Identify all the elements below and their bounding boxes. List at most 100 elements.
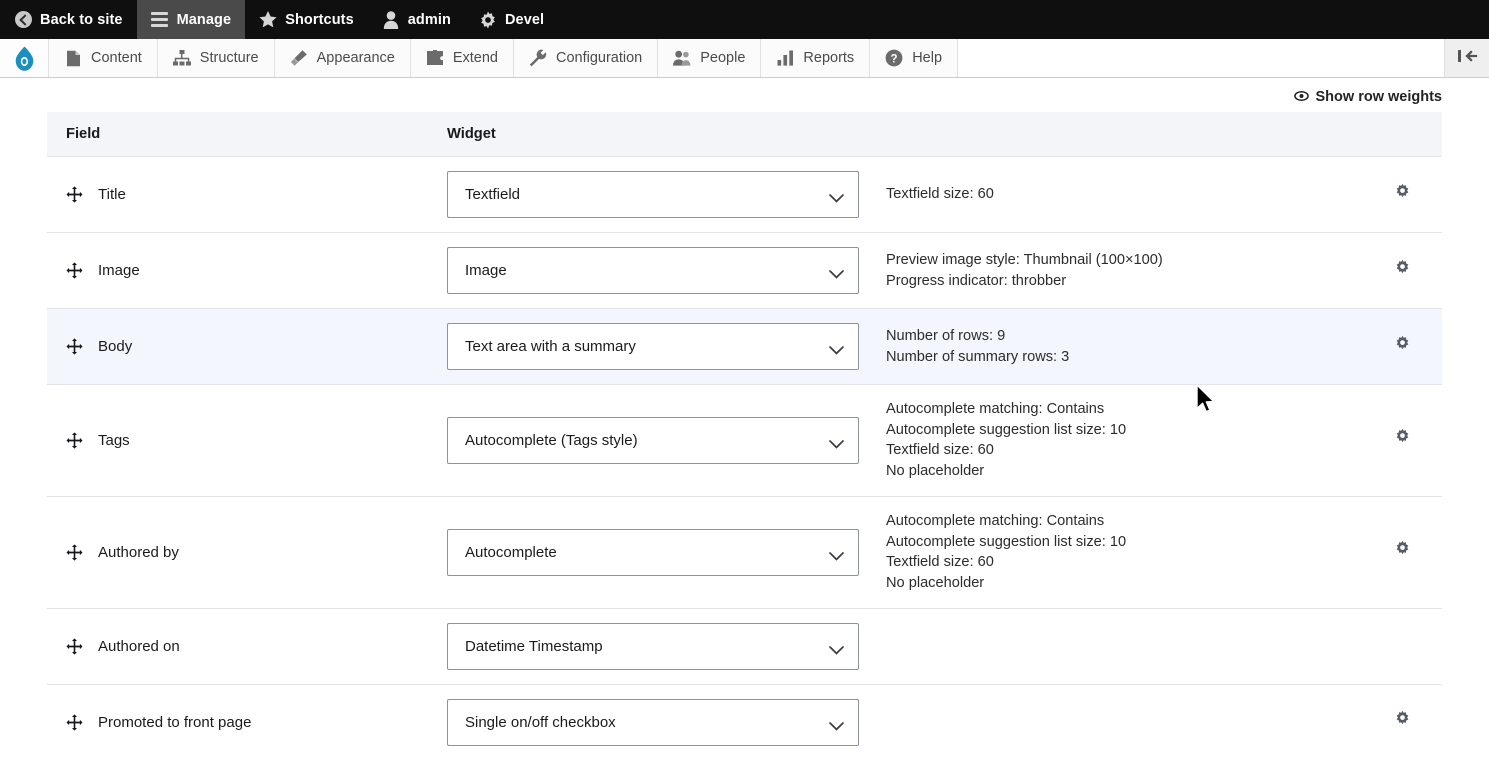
row-field-cell: Promoted to front page (47, 684, 447, 758)
row-widget-cell: Text area with a summary (447, 309, 872, 385)
drag-handle-icon[interactable] (66, 338, 83, 355)
toolbar-tab-manage-label: Manage (176, 11, 232, 28)
row-summary-cell (872, 684, 1362, 758)
gear-icon (1393, 540, 1412, 562)
admin-menu-item-people[interactable]: People (658, 39, 762, 77)
row-field-label: Authored by (98, 543, 179, 561)
chevron-down-icon (829, 266, 844, 279)
row-summary-cell (872, 608, 1362, 684)
drag-handle-icon[interactable] (66, 186, 83, 203)
gear-icon (1393, 259, 1412, 281)
admin-menu-item-reports[interactable]: Reports (761, 39, 871, 77)
user-icon (382, 10, 400, 29)
admin-menu-item-content[interactable]: Content (49, 39, 158, 77)
row-summary-line: Autocomplete suggestion list size: 10 (886, 421, 1127, 438)
drag-handle-icon[interactable] (66, 262, 83, 279)
toolbar-tab-account[interactable]: admin (368, 0, 465, 39)
back-arrow-icon (14, 11, 32, 29)
row-summary-line: Preview image style: Thumbnail (100×100) (886, 251, 1163, 268)
admin-menu-item-appearance[interactable]: Appearance (274, 39, 411, 77)
row-summary-line: Progress indicator: throbber (886, 272, 1067, 289)
drag-handle-icon[interactable] (66, 714, 83, 731)
drag-handle-icon[interactable] (66, 638, 83, 655)
field-widget-table: Field Widget Title Textfield Textfield s… (47, 112, 1442, 758)
document-icon (64, 49, 82, 67)
widget-select-value: Autocomplete (465, 543, 557, 561)
toolbar-back-to-site-label: Back to site (40, 11, 123, 28)
table-row: Authored by Autocomplete Autocomplete ma… (47, 496, 1442, 609)
row-field-cell: Authored by (47, 496, 447, 608)
row-summary-line: Number of rows: 9 (886, 327, 1006, 344)
eye-icon (1293, 89, 1309, 105)
puzzle-piece-icon (426, 49, 444, 67)
admin-menu-item-help-label: Help (912, 50, 943, 66)
row-settings-button[interactable] (1391, 710, 1413, 732)
toolbar-tab-manage[interactable]: Manage (136, 0, 246, 39)
toolbar-tab-devel[interactable]: Devel (465, 0, 558, 39)
hamburger-icon (151, 11, 169, 29)
admin-menu-item-extend-label: Extend (452, 50, 498, 66)
row-summary-line: No placeholder (886, 463, 985, 480)
row-summary-cell: Textfield size: 60 (872, 157, 1362, 233)
chevron-down-icon (829, 190, 844, 203)
wrench-icon (529, 49, 547, 67)
sitemap-icon (172, 49, 191, 67)
row-widget-cell: Image (447, 233, 872, 309)
widget-select[interactable]: Autocomplete (447, 528, 859, 576)
row-summary-line: Autocomplete matching: Contains (886, 512, 1105, 529)
admin-menu-item-configuration-label: Configuration (556, 50, 643, 66)
row-settings-cell (1362, 233, 1442, 309)
toolbar-tab-shortcuts[interactable]: Shortcuts (245, 0, 368, 39)
admin-menu-item-extend[interactable]: Extend (410, 39, 514, 77)
column-header-field: Field (47, 112, 447, 157)
row-summary-cell: Preview image style: Thumbnail (100×100)… (872, 233, 1362, 309)
row-summary-line: No placeholder (886, 574, 985, 591)
star-icon (259, 11, 277, 29)
widget-select[interactable]: Textfield (447, 171, 859, 218)
toolbar-back-to-site[interactable]: Back to site (0, 0, 137, 39)
row-settings-button[interactable] (1391, 335, 1413, 357)
widget-select[interactable]: Single on/off checkbox (447, 698, 859, 746)
widget-select[interactable]: Text area with a summary (447, 323, 859, 370)
row-field-cell: Title (47, 157, 447, 233)
table-row: Image Image Preview image style: Thumbna… (47, 233, 1442, 309)
row-field-cell: Image (47, 233, 447, 309)
row-summary-line: Textfield size: 60 (886, 186, 994, 203)
svg-text:?: ? (891, 53, 898, 65)
widget-select-value: Datetime Timestamp (465, 637, 603, 655)
admin-menu-item-configuration[interactable]: Configuration (514, 39, 659, 77)
row-settings-button[interactable] (1391, 183, 1413, 205)
drag-handle-icon[interactable] (66, 544, 83, 561)
drag-handle-icon[interactable] (66, 432, 83, 449)
row-summary-line: Number of summary rows: 3 (886, 348, 1070, 365)
widget-select-value: Textfield (465, 186, 521, 203)
row-field-label: Image (98, 262, 140, 279)
row-settings-cell (1362, 684, 1442, 758)
row-summary-line: Autocomplete suggestion list size: 10 (886, 533, 1127, 550)
widget-select[interactable]: Autocomplete (Tags style) (447, 416, 859, 464)
chevron-down-icon (829, 718, 844, 731)
collapse-sidebar-button[interactable] (1445, 39, 1489, 77)
drupal-droplet-icon (14, 46, 34, 71)
widget-select[interactable]: Image (447, 247, 859, 294)
admin-menu-item-help[interactable]: ? Help (870, 39, 959, 77)
gear-icon (1393, 183, 1412, 205)
widget-select[interactable]: Datetime Timestamp (447, 622, 859, 670)
table-row: Body Text area with a summary Number of … (47, 308, 1442, 385)
toolbar-tab-account-label: admin (407, 11, 451, 28)
row-field-cell: Authored on (47, 608, 447, 684)
column-header-widget: Widget (447, 112, 872, 157)
show-row-weights-link[interactable]: Show row weights (1293, 89, 1442, 105)
row-settings-button[interactable] (1391, 259, 1413, 281)
gear-icon (1393, 710, 1412, 732)
table-row: Title Textfield Textfield size: 60 (47, 157, 1442, 233)
column-header-summary (872, 112, 1362, 157)
drupal-logo[interactable] (0, 39, 49, 77)
widget-select-value: Autocomplete (Tags style) (465, 431, 638, 449)
row-weights-bar: Show row weights (47, 78, 1442, 112)
row-settings-button[interactable] (1391, 540, 1413, 562)
row-settings-cell (1362, 608, 1442, 684)
row-summary-line: Autocomplete matching: Contains (886, 401, 1105, 417)
admin-menu-item-structure[interactable]: Structure (157, 39, 275, 77)
row-settings-button[interactable] (1391, 428, 1413, 450)
